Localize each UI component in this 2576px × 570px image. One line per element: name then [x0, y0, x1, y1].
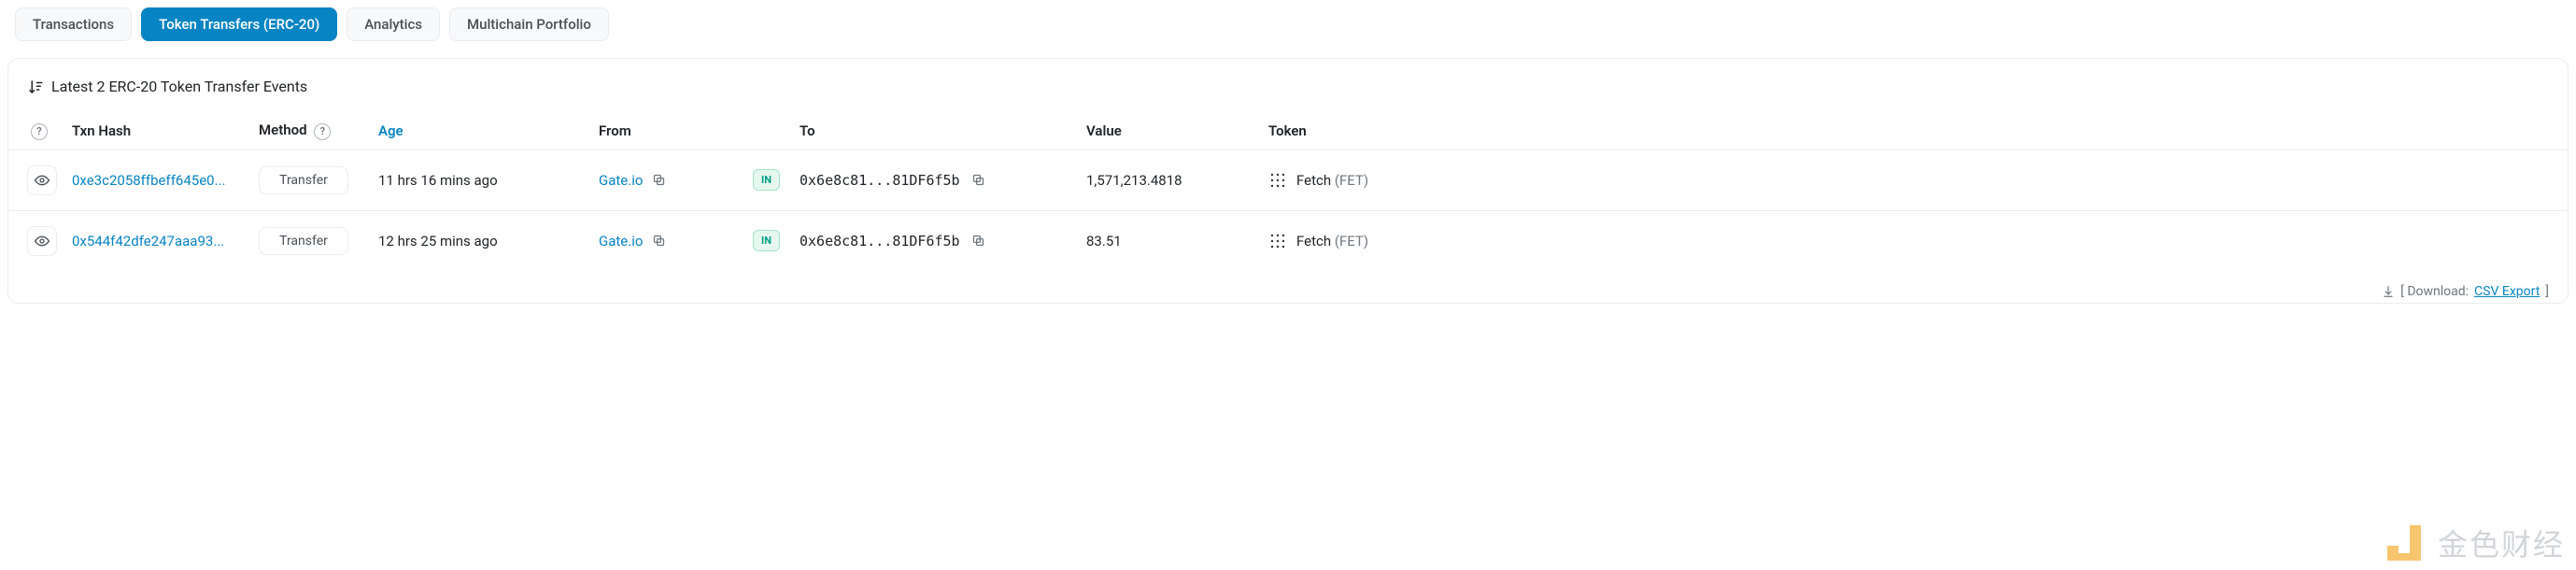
watermark: 金色财经: [2382, 520, 2565, 566]
tab-multichain-portfolio[interactable]: Multichain Portfolio: [449, 7, 609, 41]
header-value: Value: [1086, 122, 1268, 139]
help-icon[interactable]: ?: [31, 123, 48, 140]
to-address[interactable]: 0x6e8c81...81DF6f5b: [800, 233, 960, 249]
from-address-link[interactable]: Gate.io: [599, 233, 643, 249]
token-link[interactable]: Fetch (FET): [1296, 172, 1368, 189]
watermark-text: 金色财经: [2438, 521, 2565, 564]
table-header: ? Txn Hash Method ? Age From To Value To…: [8, 112, 2568, 150]
transfers-panel: Latest 2 ERC-20 Token Transfer Events ? …: [7, 58, 2569, 304]
sort-icon[interactable]: [27, 78, 44, 95]
from-address-link[interactable]: Gate.io: [599, 172, 643, 189]
table-row: 0xe3c2058ffbeff645e0... Transfer 11 hrs 16…: [8, 150, 2568, 211]
copy-icon[interactable]: [652, 173, 666, 187]
direction-badge: IN: [753, 230, 780, 251]
download-icon: [2382, 285, 2395, 298]
panel-title: Latest 2 ERC-20 Token Transfer Events: [8, 59, 2568, 112]
table-row: 0x544f42dfe247aaa93... Transfer 12 hrs 25 …: [8, 211, 2568, 271]
txn-hash-link[interactable]: 0xe3c2058ffbeff645e0...: [72, 172, 225, 189]
tabs-container: Transactions Token Transfers (ERC-20) An…: [7, 7, 2569, 41]
header-age[interactable]: Age: [378, 122, 599, 139]
watermark-logo-icon: [2382, 520, 2428, 566]
txn-hash-link[interactable]: 0x544f42dfe247aaa93...: [72, 233, 224, 249]
to-address[interactable]: 0x6e8c81...81DF6f5b: [800, 172, 960, 189]
header-help: ?: [27, 121, 72, 140]
copy-icon[interactable]: [652, 234, 666, 248]
copy-icon[interactable]: [971, 173, 985, 187]
view-details-button[interactable]: [27, 226, 57, 256]
value-text: 83.51: [1086, 233, 1122, 249]
value-text: 1,571,213.4818: [1086, 172, 1182, 189]
age-text: 11 hrs 16 mins ago: [378, 172, 498, 189]
tab-token-transfers[interactable]: Token Transfers (ERC-20): [141, 7, 337, 41]
help-icon[interactable]: ?: [314, 123, 331, 140]
token-link[interactable]: Fetch (FET): [1296, 233, 1368, 249]
direction-badge: IN: [753, 169, 780, 191]
view-details-button[interactable]: [27, 165, 57, 195]
token-logo-icon: [1268, 171, 1287, 190]
method-pill[interactable]: Transfer: [259, 227, 348, 255]
header-token: Token: [1268, 122, 2549, 139]
panel-title-text: Latest 2 ERC-20 Token Transfer Events: [51, 78, 307, 95]
method-pill[interactable]: Transfer: [259, 166, 348, 194]
tab-analytics[interactable]: Analytics: [347, 7, 440, 41]
rows-container: 0xe3c2058ffbeff645e0... Transfer 11 hrs 16…: [8, 150, 2568, 271]
footer-prefix: [ Download:: [2400, 284, 2469, 299]
tab-transactions[interactable]: Transactions: [15, 7, 132, 41]
download-footer: [ Download: CSV Export ]: [8, 271, 2568, 303]
age-text: 12 hrs 25 mins ago: [378, 233, 498, 249]
csv-export-link[interactable]: CSV Export: [2474, 284, 2540, 299]
copy-icon[interactable]: [971, 234, 985, 248]
token-logo-icon: [1268, 232, 1287, 250]
header-to: To: [800, 122, 1086, 139]
header-method: Method ?: [259, 121, 378, 140]
footer-suffix: ]: [2545, 284, 2549, 299]
header-txn-hash: Txn Hash: [72, 122, 259, 139]
header-from: From: [599, 122, 753, 139]
